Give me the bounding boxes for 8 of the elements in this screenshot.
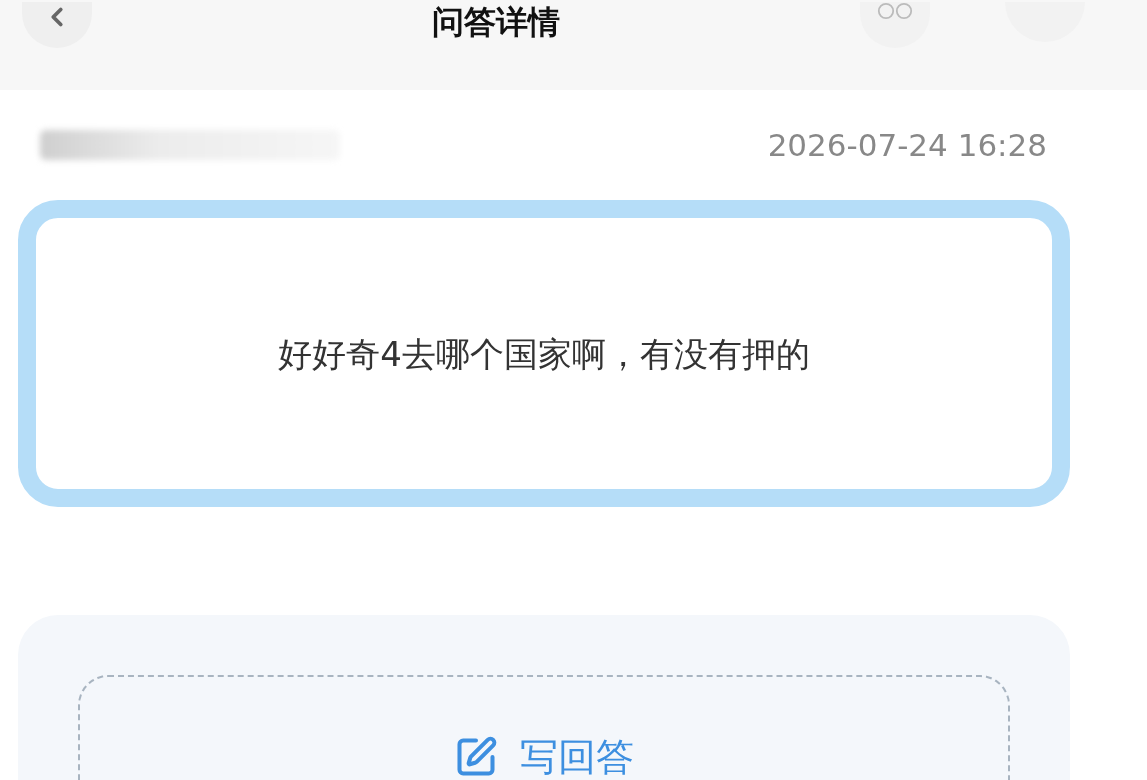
write-answer-button[interactable]: 写回答 (78, 675, 1010, 780)
follow-button[interactable] (860, 2, 930, 48)
question-text: 好好奇4去哪个国家啊，有没有押的 (278, 332, 810, 376)
page-title: 问答详情 (432, 2, 560, 42)
circles-icon (877, 2, 913, 20)
question-date: 2026-07-24 16:28 (767, 126, 1047, 165)
back-button[interactable] (22, 2, 92, 48)
edit-icon (454, 735, 498, 779)
